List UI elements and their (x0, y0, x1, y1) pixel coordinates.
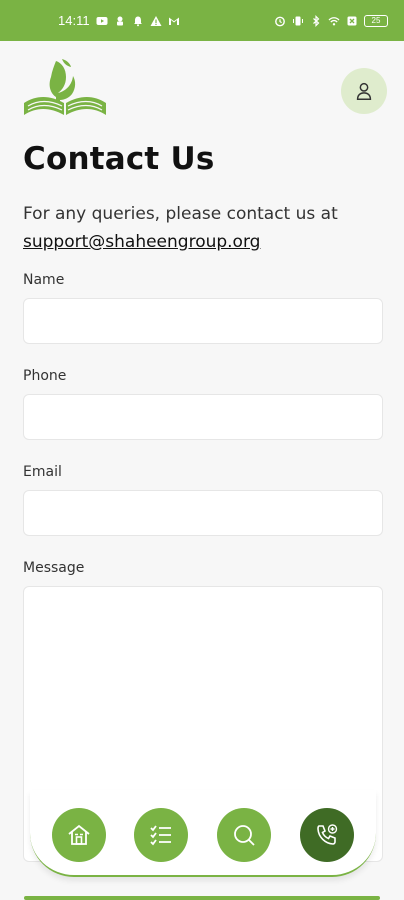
page-title: Contact Us (23, 141, 215, 177)
nav-tasks-button[interactable] (134, 808, 188, 862)
notification-icon (114, 15, 126, 27)
bluetooth-icon (310, 14, 322, 27)
battery-indicator: 25 (364, 14, 388, 27)
sim-icon (346, 15, 358, 27)
nav-home-button[interactable] (52, 808, 106, 862)
alarm-icon (274, 15, 286, 27)
email-label: Email (23, 464, 62, 480)
intro-message: For any queries, please contact us at (23, 204, 338, 224)
phone-input[interactable] (23, 394, 383, 440)
vibrate-icon (292, 15, 304, 27)
intro-text: For any queries, please contact us at su… (23, 200, 383, 256)
checklist-icon (150, 825, 171, 846)
search-icon (234, 825, 255, 846)
profile-button[interactable] (341, 68, 387, 114)
name-label: Name (23, 272, 65, 288)
bottom-indicator-bar (24, 896, 380, 900)
email-input[interactable] (23, 490, 383, 536)
phone-label: Phone (23, 368, 67, 384)
phone-add-icon (317, 824, 338, 845)
message-label: Message (23, 560, 85, 576)
nav-search-button[interactable] (217, 808, 271, 862)
youtube-icon (96, 15, 108, 27)
status-right: 25 (274, 14, 388, 27)
warning-icon (150, 15, 162, 27)
wifi-icon (328, 15, 340, 27)
user-icon (356, 82, 372, 100)
bell-icon (132, 15, 144, 27)
gmail-icon (168, 15, 180, 27)
status-left: 14:11 (58, 13, 180, 28)
home-icon (68, 824, 90, 845)
app-logo (22, 57, 108, 117)
bottom-nav (30, 790, 376, 877)
status-bar: 14:11 25 (0, 0, 404, 41)
name-input[interactable] (23, 298, 383, 344)
status-time: 14:11 (58, 13, 90, 28)
nav-contact-button[interactable] (300, 808, 354, 862)
support-email-link[interactable]: support@shaheengroup.org (23, 232, 260, 252)
